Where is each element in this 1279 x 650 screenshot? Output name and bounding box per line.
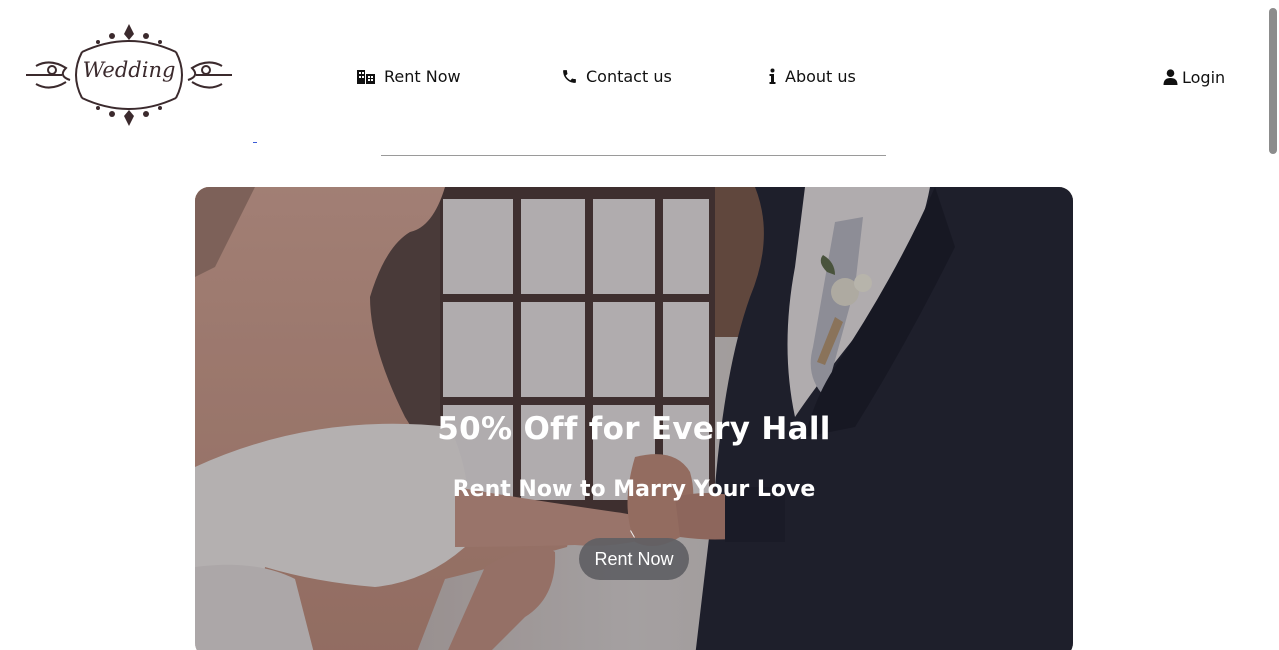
nav-contact-us-label: Contact us xyxy=(586,66,672,86)
stray-link-mark xyxy=(253,142,257,143)
header-divider xyxy=(381,155,886,156)
nav-about-us-label: About us xyxy=(785,66,856,86)
nav-about-us[interactable]: About us xyxy=(768,64,856,88)
hero-rent-now-button[interactable]: Rent Now xyxy=(579,538,689,580)
scrollbar-thumb[interactable] xyxy=(1269,8,1277,154)
hero-title: 50% Off for Every Hall xyxy=(437,411,831,447)
login-label: Login xyxy=(1182,67,1226,87)
nav-contact-us[interactable]: Contact us xyxy=(561,64,672,88)
site-logo[interactable]: Wedding xyxy=(22,22,236,128)
nav-rent-now-label: Rent Now xyxy=(384,66,461,86)
scrollbar[interactable] xyxy=(1267,0,1279,650)
page: Wedding Rent Now Contact us About us Log… xyxy=(0,0,1279,650)
phone-icon xyxy=(563,69,576,83)
hero-banner: 50% Off for Every Hall Rent Now to Marry… xyxy=(195,187,1073,650)
logo-text: Wedding xyxy=(82,58,176,82)
login-link[interactable]: Login xyxy=(1163,65,1225,89)
user-icon xyxy=(1163,69,1178,85)
nav-rent-now[interactable]: Rent Now xyxy=(356,64,461,88)
hero-subtitle: Rent Now to Marry Your Love xyxy=(452,477,816,502)
info-icon xyxy=(769,68,776,84)
building-icon xyxy=(357,70,375,84)
